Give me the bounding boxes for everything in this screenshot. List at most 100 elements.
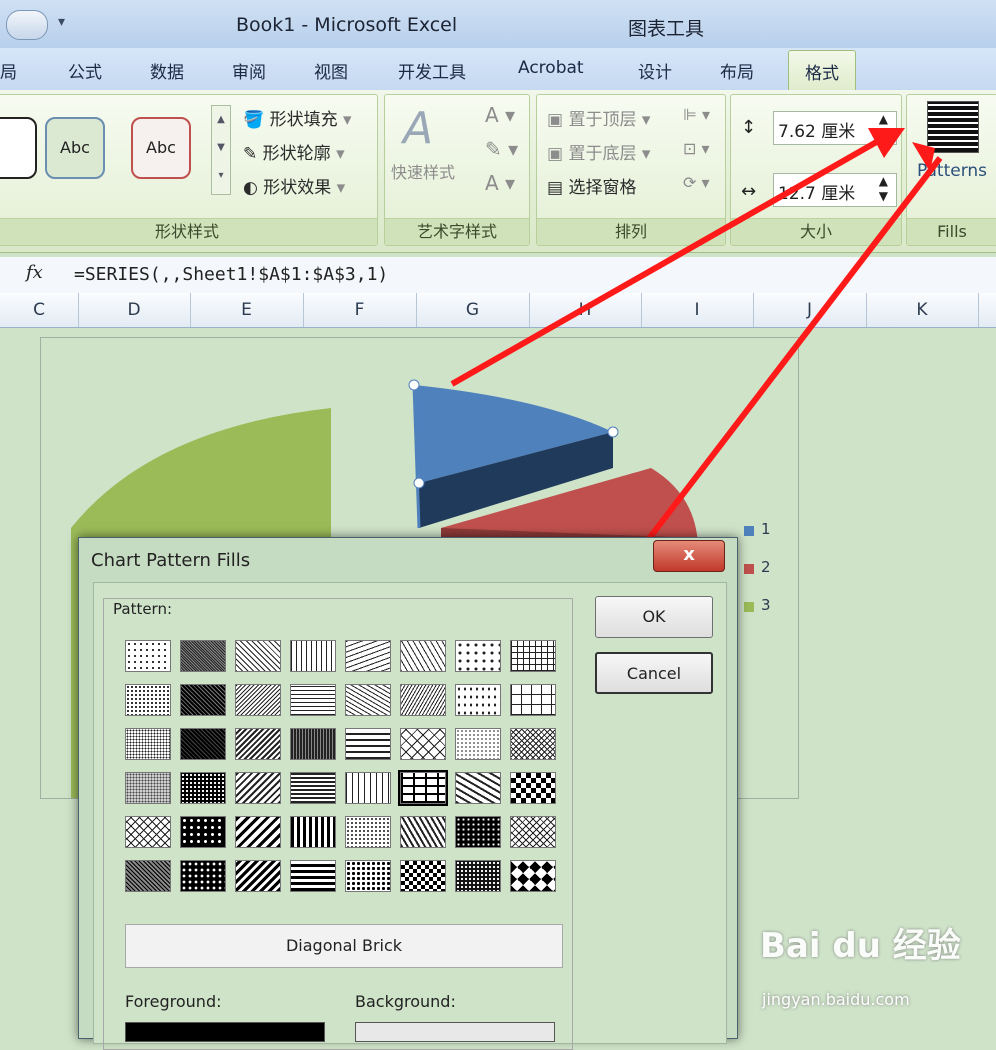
pattern-swatch[interactable] [290, 728, 336, 760]
shape-style-button-2[interactable]: Abc [131, 117, 191, 179]
shape-style-button-1[interactable]: Abc [45, 117, 105, 179]
column-header[interactable]: C [0, 293, 79, 327]
shape-effect-menu[interactable]: ◐ 形状效果 ▾ [243, 173, 345, 198]
pattern-swatch[interactable] [180, 816, 226, 848]
ok-button[interactable]: OK [595, 596, 713, 638]
column-header[interactable]: I [641, 293, 754, 327]
pattern-swatch[interactable] [455, 860, 501, 892]
tab-view[interactable]: 视图 [314, 58, 348, 83]
column-header[interactable]: K [866, 293, 979, 327]
fx-icon[interactable]: fx [26, 262, 43, 283]
tab-format[interactable]: 格式 [788, 50, 856, 90]
pattern-swatch[interactable] [290, 816, 336, 848]
height-spinner[interactable]: ▲ ▼ [879, 112, 888, 142]
pattern-swatch[interactable] [345, 816, 391, 848]
bring-to-front-button[interactable]: ▣ 置于顶层 ▾ [547, 105, 650, 130]
shape-outline-menu[interactable]: ✎ 形状轮廓 ▾ [243, 139, 345, 164]
patterns-button[interactable]: Patterns [917, 161, 987, 181]
pattern-swatch[interactable] [290, 684, 336, 716]
text-effect-icon[interactable]: A ▾ [485, 171, 515, 195]
qat-dropdown-icon[interactable]: ▾ [58, 14, 65, 30]
selection-pane-button[interactable]: ▤ 选择窗格 [547, 173, 636, 198]
column-header[interactable]: E [190, 293, 304, 327]
pattern-swatch[interactable] [510, 684, 556, 716]
column-header[interactable]: H [529, 293, 642, 327]
send-to-back-button[interactable]: ▣ 置于底层 ▾ [547, 139, 650, 164]
cancel-button[interactable]: Cancel [595, 652, 713, 694]
pattern-swatch[interactable] [345, 860, 391, 892]
pattern-swatch[interactable] [180, 772, 226, 804]
pattern-swatch[interactable] [398, 770, 448, 806]
pattern-swatch[interactable] [510, 640, 556, 672]
formula-input[interactable]: =SERIES(,,Sheet1!$A$1:$A$3,1) [74, 264, 388, 285]
tab-review[interactable]: 审阅 [232, 58, 266, 83]
pattern-swatch[interactable] [125, 728, 171, 760]
height-input[interactable]: 7.62 厘米 ▲ ▼ [773, 111, 897, 145]
close-button[interactable]: x [653, 540, 725, 572]
pattern-swatch[interactable] [180, 728, 226, 760]
pattern-swatch[interactable] [235, 860, 281, 892]
pattern-swatch[interactable] [125, 684, 171, 716]
pattern-swatch[interactable] [510, 860, 556, 892]
tab-design[interactable]: 设计 [638, 58, 672, 83]
pattern-swatch[interactable] [345, 640, 391, 672]
pattern-swatch[interactable] [180, 640, 226, 672]
office-button[interactable] [6, 10, 48, 40]
pattern-swatch[interactable] [125, 860, 171, 892]
rotate-icon[interactable]: ⟳ ▾ [683, 173, 710, 192]
pattern-swatch[interactable] [400, 816, 446, 848]
text-outline-icon[interactable]: ✎ ▾ [485, 137, 518, 161]
shape-style-scroll[interactable]: ▲ ▼ ▾ [211, 105, 231, 195]
shape-style-partial[interactable] [0, 117, 37, 179]
pattern-swatch[interactable] [125, 640, 171, 672]
pattern-swatch[interactable] [235, 728, 281, 760]
quick-styles-button[interactable]: 快速样式 [391, 159, 455, 183]
foreground-color-picker[interactable] [125, 1022, 325, 1042]
selection-handle[interactable] [607, 426, 619, 438]
pattern-swatch[interactable] [235, 684, 281, 716]
pattern-swatch[interactable] [400, 860, 446, 892]
pattern-swatch[interactable] [290, 772, 336, 804]
pattern-swatch[interactable] [510, 772, 556, 804]
pattern-swatch[interactable] [455, 640, 501, 672]
pattern-swatch[interactable] [510, 816, 556, 848]
pattern-swatch[interactable] [455, 772, 501, 804]
pattern-swatch[interactable] [345, 684, 391, 716]
pattern-swatch[interactable] [235, 816, 281, 848]
tab-layout-partial[interactable]: 局 [0, 58, 17, 83]
column-header[interactable]: F [303, 293, 417, 327]
tab-formulas[interactable]: 公式 [68, 58, 102, 83]
text-fill-icon[interactable]: A ▾ [485, 103, 515, 127]
pattern-swatch[interactable] [345, 728, 391, 760]
group-icon[interactable]: ⊡ ▾ [683, 139, 710, 158]
pattern-swatch[interactable] [510, 728, 556, 760]
pattern-swatch[interactable] [180, 860, 226, 892]
pattern-swatch[interactable] [125, 772, 171, 804]
pattern-swatch[interactable] [345, 772, 391, 804]
align-icon[interactable]: ⊫ ▾ [683, 105, 710, 124]
pattern-swatch[interactable] [455, 728, 501, 760]
column-header[interactable]: J [753, 293, 867, 327]
pattern-swatch[interactable] [455, 816, 501, 848]
column-header[interactable]: G [416, 293, 530, 327]
shape-fill-menu[interactable]: 🪣 形状填充 ▾ [243, 105, 352, 130]
selection-handle[interactable] [413, 477, 425, 489]
tab-developer[interactable]: 开发工具 [398, 58, 466, 83]
pattern-swatch[interactable] [400, 684, 446, 716]
selection-handle[interactable] [408, 379, 420, 391]
tab-chart-layout[interactable]: 布局 [720, 58, 754, 83]
patterns-icon[interactable] [927, 101, 979, 153]
tab-acrobat[interactable]: Acrobat [518, 58, 584, 78]
pattern-swatch[interactable] [290, 860, 336, 892]
pattern-swatch[interactable] [290, 640, 336, 672]
tab-data[interactable]: 数据 [150, 58, 184, 83]
column-header[interactable]: D [78, 293, 191, 327]
width-spinner[interactable]: ▲ ▼ [879, 174, 888, 204]
width-input[interactable]: 12.7 厘米 ▲ ▼ [773, 173, 897, 207]
pattern-swatch[interactable] [400, 728, 446, 760]
pattern-swatch[interactable] [455, 684, 501, 716]
pattern-swatch[interactable] [235, 772, 281, 804]
pattern-swatch[interactable] [180, 684, 226, 716]
pattern-swatch[interactable] [400, 640, 446, 672]
pattern-swatch[interactable] [125, 816, 171, 848]
